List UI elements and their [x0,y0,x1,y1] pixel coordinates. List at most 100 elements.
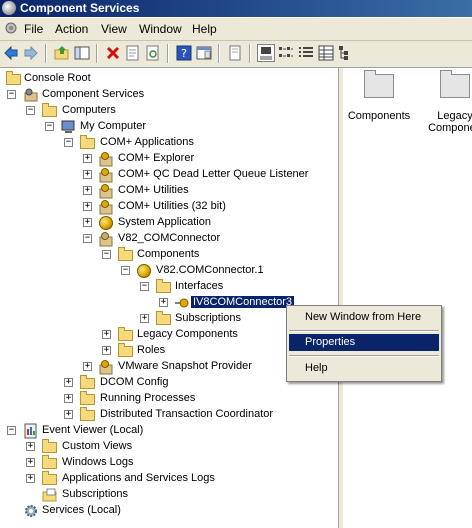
tree-node-running-processes[interactable]: + Running Processes [0,391,330,407]
collapse-toggle[interactable]: − [7,90,16,99]
tree-node-custom-views[interactable]: + Custom Views [0,439,330,455]
collapse-toggle[interactable]: − [45,122,54,131]
component-services-icon [2,1,16,15]
expand-toggle[interactable]: + [83,170,92,179]
expand-toggle[interactable]: + [102,330,111,339]
tree-node-com-utilities-32[interactable]: + COM+ Utilities (32 bit) [0,199,330,215]
tree-node-roles[interactable]: + Roles [0,343,330,359]
tree-node-subscriptions[interactable]: + Subscriptions [0,311,330,327]
expand-toggle[interactable]: + [83,154,92,163]
expand-toggle[interactable]: + [26,474,35,483]
expand-toggle[interactable]: + [159,298,168,307]
menu-help[interactable]: Help [192,22,217,36]
up-folder-icon [54,46,69,60]
mmc-system-menu-icon[interactable] [4,21,18,35]
tree-node-legacy-components[interactable]: + Legacy Components [0,327,330,343]
menu-view[interactable]: View [101,22,127,36]
expand-toggle[interactable]: + [102,346,111,355]
tree-node-interfaces[interactable]: − Interfaces [0,279,330,295]
tree-node-v82-comconnector-1[interactable]: − V82.COMConnector.1 [0,263,330,279]
details-button[interactable] [317,44,335,62]
tree-node-system-application[interactable]: + System Application [0,215,330,231]
help-button[interactable]: ? [175,44,193,62]
tree-view-button[interactable] [337,44,355,62]
expand-toggle[interactable]: + [140,314,149,323]
tree-node-distributed-transaction-coordinator[interactable]: + Distributed Transaction Coordinator [0,407,330,423]
expand-toggle[interactable]: + [64,410,73,419]
properties-button[interactable] [124,44,142,62]
tree-node-my-computer[interactable]: − My Computer [0,119,330,135]
tree-node-event-viewer[interactable]: − Event Viewer (Local) [0,423,330,439]
expand-toggle[interactable]: + [64,394,73,403]
delete-icon [106,46,120,60]
console-button[interactable] [195,44,213,62]
folder-icon [118,247,133,261]
services-gear-icon [23,503,39,519]
result-item-legacy-components[interactable]: Legacy Componen [421,68,472,134]
expand-toggle[interactable]: + [26,458,35,467]
context-menu-help[interactable]: Help [289,360,439,377]
com-package-icon [98,183,114,199]
tree-node-services-local[interactable]: Services (Local) [0,503,330,519]
collapse-toggle[interactable]: − [26,106,35,115]
result-item-components[interactable]: Components [345,68,413,122]
small-icons-button[interactable] [277,44,295,62]
tree-node-applications-services-logs[interactable]: + Applications and Services Logs [0,471,330,487]
com-package-icon [98,231,114,247]
expand-toggle[interactable]: + [64,378,73,387]
menu-window[interactable]: Window [139,22,182,36]
delete-button[interactable] [104,44,122,62]
result-item-label-line2: Componen [428,122,472,134]
tree-icon [339,46,348,60]
menu-action[interactable]: Action [55,22,88,36]
back-button[interactable] [2,44,20,62]
folder-icon [440,70,470,98]
context-menu-new-window[interactable]: New Window from Here [289,309,439,326]
tree-node-v82-comconnector[interactable]: − V82_COMConnector [0,231,330,247]
tree-node-com-utilities[interactable]: + COM+ Utilities [0,183,330,199]
context-menu-separator [289,355,439,357]
collapse-toggle[interactable]: − [64,138,73,147]
collapse-toggle[interactable]: − [121,266,130,275]
window-titlebar: Component Services [0,0,472,17]
expand-toggle[interactable]: + [83,218,92,227]
expand-toggle[interactable]: + [26,442,35,451]
tree-node-vmware-snapshot-provider[interactable]: + VMware Snapshot Provider [0,359,330,375]
tree-node-event-subscriptions[interactable]: Subscriptions [0,487,330,503]
tree-node-iv8comconnector3[interactable]: + IV8COMConnector3 [0,295,330,311]
tree-node-computers[interactable]: − Computers [0,103,330,119]
tree-node-component-services[interactable]: − Component Services [0,87,330,103]
context-menu-separator [289,330,439,332]
tree-node-com-explorer[interactable]: + COM+ Explorer [0,151,330,167]
expand-toggle[interactable]: + [83,202,92,211]
collapse-toggle[interactable]: − [7,426,16,435]
context-menu: New Window from Here Properties Help [286,305,442,382]
collapse-toggle[interactable]: − [140,282,149,291]
menu-file[interactable]: File [24,22,43,36]
expand-toggle[interactable]: + [83,186,92,195]
collapse-toggle[interactable]: − [83,234,92,243]
list-button[interactable] [297,44,315,62]
com-package-icon [98,199,114,215]
tree-node-com-applications[interactable]: − COM+ Applications [0,135,330,151]
tree-node-console-root[interactable]: Console Root [0,71,330,87]
export-list-button[interactable] [226,44,244,62]
expand-toggle[interactable]: + [83,362,92,371]
tree-node-components[interactable]: − Components [0,247,330,263]
toolbar-separator [96,44,98,63]
tree-node-com-qc-listener[interactable]: + COM+ QC Dead Letter Queue Listener [0,167,330,183]
result-pane[interactable]: Components Legacy Componen [343,68,472,528]
console-tree[interactable]: Console Root − Component Services − Comp… [0,68,338,528]
folder-icon [364,70,394,98]
show-hide-tree-button[interactable] [73,44,91,62]
tree-node-windows-logs[interactable]: + Windows Logs [0,455,330,471]
small-icons-icon [279,47,293,57]
refresh-icon [146,45,159,61]
tree-node-dcom-config[interactable]: + DCOM Config [0,375,330,391]
large-icons-button[interactable] [257,44,275,62]
context-menu-properties[interactable]: Properties [289,334,439,351]
collapse-toggle[interactable]: − [102,250,111,259]
up-one-level-button[interactable] [53,44,71,62]
refresh-button[interactable] [144,44,162,62]
forward-button[interactable] [22,44,40,62]
